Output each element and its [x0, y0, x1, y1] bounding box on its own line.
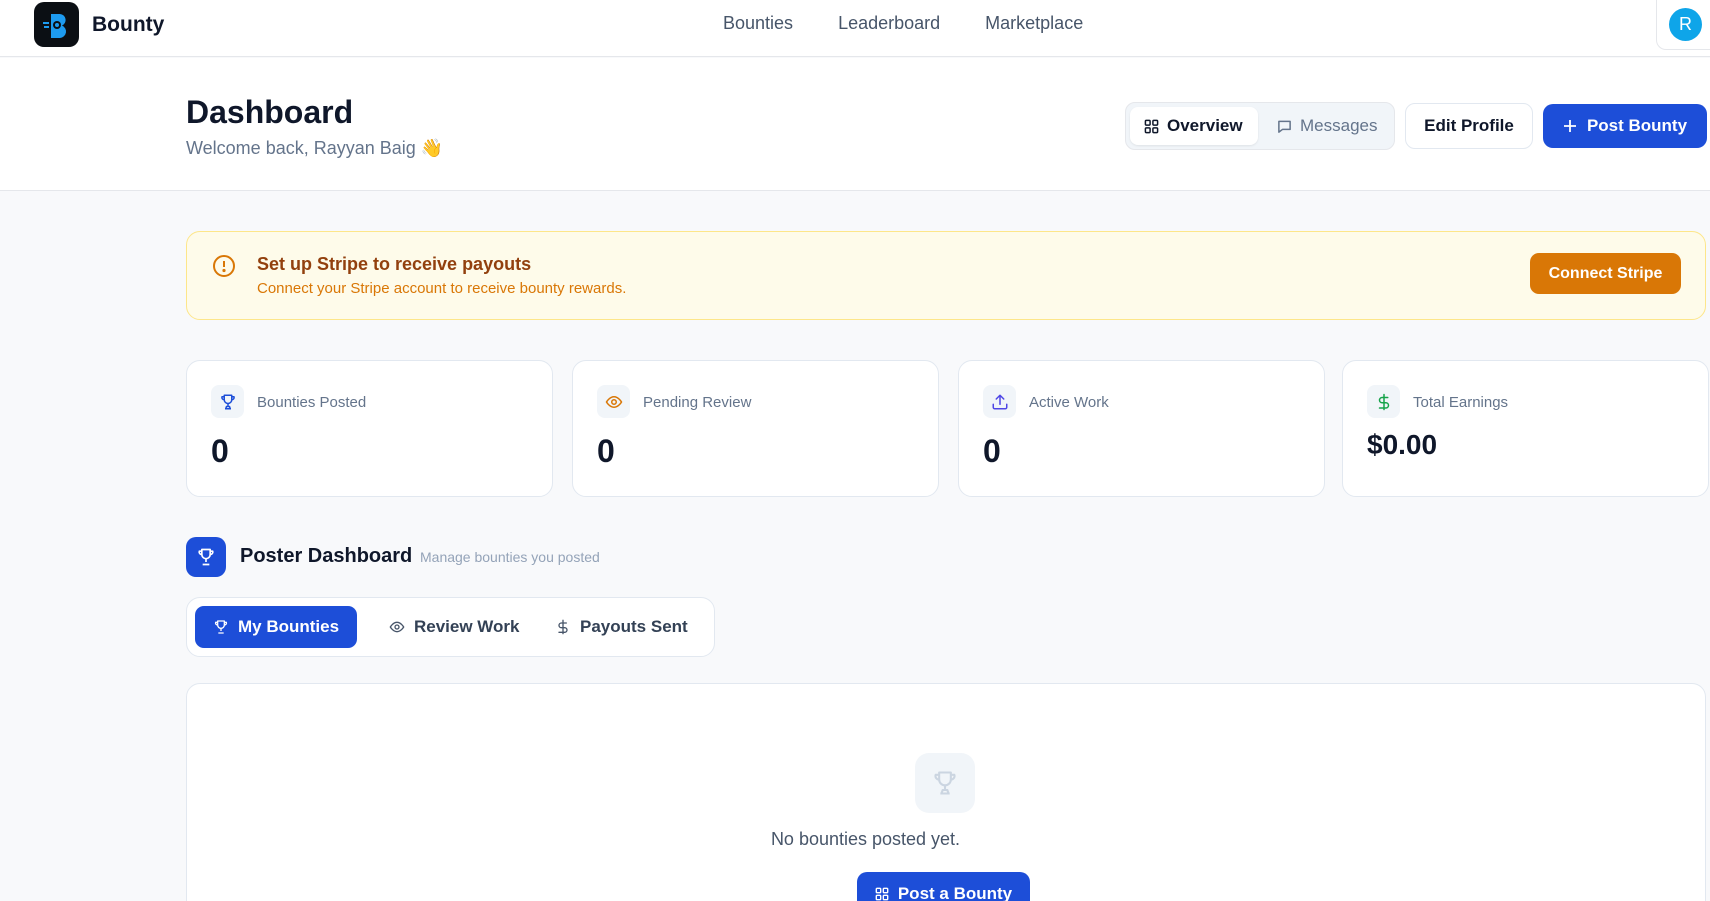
stat-card-bounties-posted: Bounties Posted 0: [186, 360, 553, 497]
stat-card-active-work: Active Work 0: [958, 360, 1325, 497]
view-switcher: Overview Messages: [1125, 102, 1395, 150]
post-a-bounty-button[interactable]: Post a Bounty: [857, 872, 1030, 901]
stat-card-pending-review: Pending Review 0: [572, 360, 939, 497]
tab-label: Review Work: [414, 617, 520, 636]
stat-value: 0: [597, 433, 615, 469]
stat-value: 0: [983, 433, 1001, 469]
tab-messages[interactable]: Messages: [1263, 107, 1391, 145]
alert-circle-icon: [212, 254, 236, 278]
avatar[interactable]: R: [1669, 8, 1702, 41]
section-title: Poster Dashboard: [240, 545, 413, 567]
empty-state-text: No bounties posted yet.: [770, 829, 961, 849]
post-bounty-button[interactable]: Post Bounty: [1543, 104, 1707, 148]
grid-icon: [875, 887, 889, 901]
banner-title: Set up Stripe to receive payouts: [257, 254, 532, 274]
stat-label: Bounties Posted: [257, 394, 367, 411]
plus-icon: [1563, 119, 1577, 133]
tab-my-bounties[interactable]: My Bounties: [195, 606, 358, 648]
edit-profile-button[interactable]: Edit Profile: [1405, 103, 1533, 149]
nav-link-marketplace[interactable]: Marketplace: [985, 13, 1083, 34]
nav-link-leaderboard[interactable]: Leaderboard: [838, 13, 940, 34]
stat-label: Total Earnings: [1413, 394, 1509, 411]
eye-icon: [389, 619, 405, 635]
tab-label: My Bounties: [238, 617, 340, 636]
section-subtitle: Manage bounties you posted: [420, 549, 600, 565]
upload-icon: [983, 385, 1016, 418]
tab-label: Payouts Sent: [580, 617, 688, 636]
brand-name[interactable]: Bounty: [92, 13, 164, 37]
nav-link-bounties[interactable]: Bounties: [723, 13, 793, 34]
bounty-logo-icon[interactable]: [34, 2, 79, 47]
main-nav: Bounties Leaderboard Marketplace: [723, 13, 1128, 34]
stat-card-total-earnings: Total Earnings $0.00: [1342, 360, 1709, 497]
message-icon: [1277, 119, 1292, 134]
dollar-icon: [555, 619, 571, 635]
dollar-icon: [1367, 385, 1400, 418]
tab-overview[interactable]: Overview: [1130, 107, 1258, 145]
stat-value: 0: [211, 433, 229, 469]
trophy-icon: [211, 385, 244, 418]
tab-overview-label: Overview: [1167, 116, 1243, 135]
page-title: Dashboard: [186, 94, 354, 130]
trophy-icon: [213, 619, 229, 635]
tab-review-work[interactable]: Review Work: [371, 606, 538, 648]
post-bounty-label: Post Bounty: [1586, 116, 1688, 135]
eye-icon: [597, 385, 630, 418]
welcome-message: Welcome back, Rayyan Baig 👋: [186, 138, 444, 158]
trophy-icon: [915, 753, 975, 813]
trophy-icon: [186, 537, 226, 577]
poster-tabs: My Bounties Review Work Payouts Sent: [186, 597, 715, 657]
stat-label: Pending Review: [643, 394, 752, 411]
post-a-bounty-label: Post a Bounty: [897, 884, 1013, 901]
stat-value: $0.00: [1367, 429, 1438, 460]
connect-stripe-button[interactable]: Connect Stripe: [1530, 253, 1681, 294]
stripe-setup-banner: [186, 231, 1706, 320]
tab-payouts-sent[interactable]: Payouts Sent: [537, 606, 706, 648]
tab-messages-label: Messages: [1300, 116, 1378, 135]
banner-subtitle: Connect your Stripe account to receive b…: [257, 280, 627, 297]
grid-icon: [1144, 119, 1159, 134]
stat-label: Active Work: [1029, 394, 1109, 411]
